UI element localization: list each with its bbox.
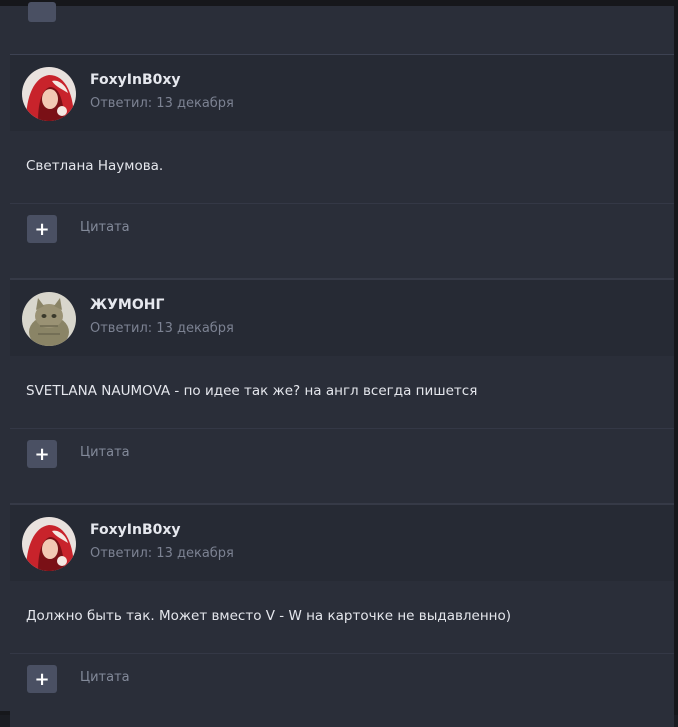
post-footer: + Цитата: [10, 204, 674, 277]
multiquote-button[interactable]: +: [27, 440, 57, 468]
avatar-red-hood-icon: [22, 67, 76, 121]
avatar[interactable]: [22, 292, 76, 346]
avatar-cat-icon: [22, 292, 76, 346]
post-header: FoxyInB0xy Ответил: 13 декабря: [10, 55, 674, 131]
avatar[interactable]: [22, 517, 76, 571]
post-footer: + Цитата: [10, 654, 674, 727]
author-name[interactable]: FoxyInB0xy: [90, 522, 181, 538]
quote-button[interactable]: Цитата: [80, 220, 130, 235]
quote-button[interactable]: Цитата: [80, 445, 130, 460]
multiquote-button[interactable]: +: [27, 665, 57, 693]
forum-thread: FoxyInB0xy Ответил: 13 декабря Светлана …: [0, 0, 678, 727]
avatar-red-hood-icon: [22, 517, 76, 571]
post-header: FoxyInB0xy Ответил: 13 декабря: [10, 505, 674, 581]
plus-icon: +: [34, 668, 50, 690]
multiquote-button[interactable]: +: [27, 215, 57, 243]
plus-icon: +: [34, 443, 50, 465]
author-name[interactable]: FoxyInB0xy: [90, 72, 181, 88]
avatar[interactable]: [22, 67, 76, 121]
author-name[interactable]: ЖУМОНГ: [90, 297, 164, 313]
post-text: SVETLANA NAUMOVA - по идее так же? на ан…: [26, 383, 478, 399]
post-footer: + Цитата: [10, 429, 674, 502]
post-date: Ответил: 13 декабря: [90, 96, 234, 111]
quote-button[interactable]: Цитата: [80, 670, 130, 685]
post-text: Должно быть так. Может вместо V - W на к…: [26, 608, 512, 624]
post-body: Должно быть так. Может вместо V - W на к…: [10, 581, 674, 654]
post-text: Светлана Наумова.: [26, 158, 164, 174]
plus-icon: +: [34, 218, 50, 240]
post-header: ЖУМОНГ Ответил: 13 декабря: [10, 280, 674, 356]
post: FoxyInB0xy Ответил: 13 декабря Должно бы…: [10, 505, 674, 727]
previous-post-footer: [10, 2, 674, 54]
post: ЖУМОНГ Ответил: 13 декабря SVETLANA NAUM…: [10, 280, 674, 502]
post: FoxyInB0xy Ответил: 13 декабря Светлана …: [10, 55, 674, 277]
post-date: Ответил: 13 декабря: [90, 546, 234, 561]
quote-button-partial[interactable]: [28, 2, 56, 22]
post-body: SVETLANA NAUMOVA - по идее так же? на ан…: [10, 356, 674, 429]
post-body: Светлана Наумова.: [10, 131, 674, 204]
post-date: Ответил: 13 декабря: [90, 321, 234, 336]
